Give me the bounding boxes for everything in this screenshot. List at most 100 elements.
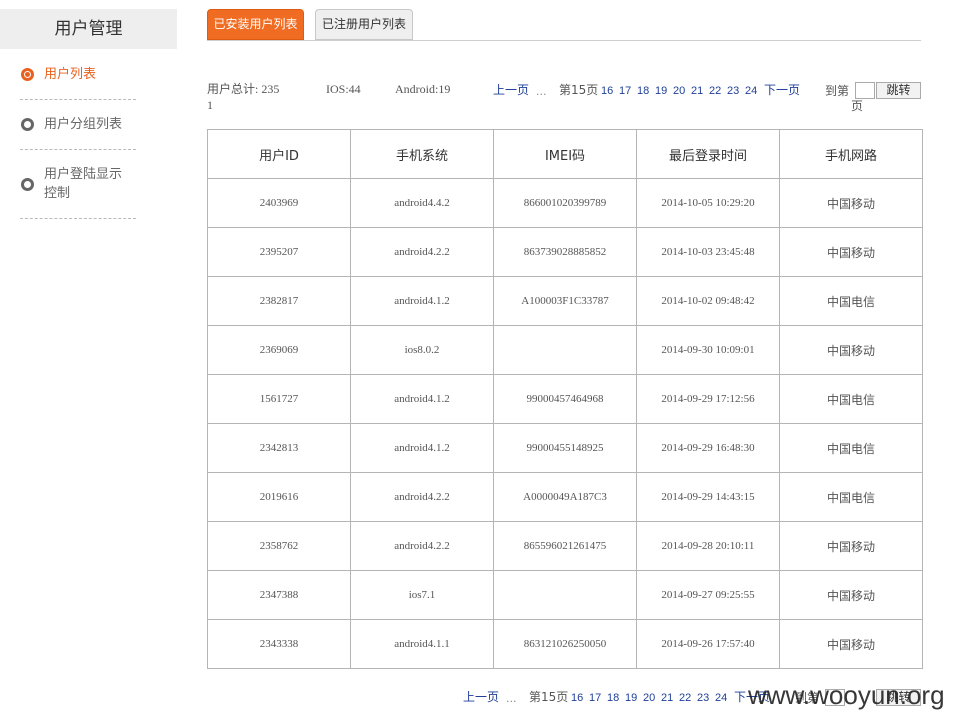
sidebar-item-label: 用户登陆显示 [44, 167, 123, 182]
page-link[interactable]: 17 [589, 691, 601, 706]
sidebar-item-label: 用户分组列表 [44, 117, 123, 132]
cell-network: 中国移动 [779, 325, 923, 375]
cell-imei [493, 570, 637, 620]
cell-os: ios7.1 [350, 570, 494, 620]
cell-user-id: 2342813 [207, 423, 351, 473]
radio-icon [21, 178, 34, 191]
table-row: 2342813 android4.1.2 99000455148925 2014-09… [207, 423, 923, 473]
cell-network: 中国电信 [779, 374, 923, 424]
cell-last-login: 2014-09-28 20:10:11 [636, 521, 780, 571]
table-row: 2395207 android4.2.2 863739028885852 2014-1… [207, 227, 923, 277]
cell-last-login: 2014-09-26 17:57:40 [636, 619, 780, 669]
cell-last-login: 2014-09-27 09:25:55 [636, 570, 780, 620]
cell-network: 中国电信 [779, 276, 923, 326]
ios-count: IOS:44 [326, 82, 361, 96]
cell-os: android4.2.2 [350, 227, 494, 277]
page-link[interactable]: 21 [691, 84, 703, 99]
sidebar-item-login-display-control[interactable]: 用户登陆显示 控制 [20, 150, 136, 219]
cell-network: 中国移动 [779, 521, 923, 571]
cell-network: 中国移动 [779, 619, 923, 669]
page-link[interactable]: 23 [697, 691, 709, 706]
cell-os: android4.4.2 [350, 178, 494, 228]
user-table: 用户ID 手机系统 IMEI码 最后登录时间 手机网路 2403969 andro… [207, 129, 923, 669]
page-link[interactable]: 20 [643, 691, 655, 706]
page-link[interactable]: 19 [625, 691, 637, 706]
cell-last-login: 2014-09-29 17:12:56 [636, 374, 780, 424]
radio-icon [21, 118, 34, 131]
tab-installed-users[interactable]: 已安装用户列表 [207, 9, 304, 40]
cell-last-login: 2014-09-30 10:09:01 [636, 325, 780, 375]
table-row: 2343338 android4.1.1 863121026250050 2014-0… [207, 619, 923, 669]
table-row: 2369069 ios8.0.2 2014-09-30 10:09:01 中国移动 [207, 325, 923, 375]
watermark: www.wooyun.org [748, 680, 945, 710]
current-page: 第15页 [559, 83, 599, 97]
header-user-id: 用户ID [207, 129, 351, 179]
cell-imei: 99000455148925 [493, 423, 637, 473]
cell-user-id: 1561727 [207, 374, 351, 424]
cell-user-id: 2382817 [207, 276, 351, 326]
cell-imei: 865596021261475 [493, 521, 637, 571]
cell-imei: A100003F1C33787 [493, 276, 637, 326]
table-row: 2347388 ios7.1 2014-09-27 09:25:55 中国移动 [207, 570, 923, 620]
user-total: 用户总计: 235 [207, 82, 280, 96]
cell-network: 中国移动 [779, 178, 923, 228]
cell-last-login: 2014-10-03 23:45:48 [636, 227, 780, 277]
tab-registered-users[interactable]: 已注册用户列表 [315, 9, 413, 40]
page-link[interactable]: 16 [601, 84, 613, 99]
cell-user-id: 2347388 [207, 570, 351, 620]
table-header-row: 用户ID 手机系统 IMEI码 最后登录时间 手机网路 [207, 129, 923, 179]
table-row: 2382817 android4.1.2 A100003F1C33787 2014-1… [207, 276, 923, 326]
next-page-link[interactable]: 下一页 [764, 83, 800, 98]
cell-user-id: 2403969 [207, 178, 351, 228]
cell-last-login: 2014-10-02 09:48:42 [636, 276, 780, 326]
cell-network: 中国电信 [779, 423, 923, 473]
header-os: 手机系统 [350, 129, 494, 179]
cell-imei: 866001020399789 [493, 178, 637, 228]
pager-ellipsis: ... [506, 692, 517, 705]
cell-user-id: 2369069 [207, 325, 351, 375]
cell-last-login: 2014-10-05 10:29:20 [636, 178, 780, 228]
page-link[interactable]: 16 [571, 691, 583, 706]
page-link[interactable]: 21 [661, 691, 673, 706]
jump-button[interactable]: 跳转 [876, 82, 921, 99]
table-row: 2403969 android4.4.2 866001020399789 2014-1… [207, 178, 923, 228]
cell-user-id: 2343338 [207, 619, 351, 669]
prev-page-link[interactable]: 上一页 [463, 690, 499, 705]
cell-network: 中国移动 [779, 227, 923, 277]
sidebar-item-label-line2: 控制 [44, 186, 71, 201]
cell-imei [493, 325, 637, 375]
page-link[interactable]: 24 [715, 691, 727, 706]
cell-os: android4.2.2 [350, 472, 494, 522]
cell-network: 中国移动 [779, 570, 923, 620]
cell-user-id: 2358762 [207, 521, 351, 571]
cell-os: android4.1.2 [350, 374, 494, 424]
page-link[interactable]: 23 [727, 84, 739, 99]
page-link[interactable]: 17 [619, 84, 631, 99]
goto-suffix: 页 [851, 99, 864, 113]
page-link[interactable]: 22 [679, 691, 691, 706]
cell-imei: A0000049A187C3 [493, 472, 637, 522]
prev-page-link[interactable]: 上一页 [493, 83, 529, 98]
sidebar-item-user-list[interactable]: 用户列表 [20, 62, 136, 100]
android-count: Android:19 [395, 82, 451, 96]
page-number-input[interactable] [855, 82, 875, 99]
pager-ellipsis: ... [536, 85, 547, 98]
page-link[interactable]: 22 [709, 84, 721, 99]
page-link[interactable]: 18 [637, 84, 649, 99]
sidebar-item-label: 用户列表 [44, 67, 97, 82]
cell-network: 中国电信 [779, 472, 923, 522]
current-page: 第15页 [529, 690, 569, 704]
page-link[interactable]: 24 [745, 84, 757, 99]
radio-selected-icon [21, 68, 34, 81]
table-row: 2358762 android4.2.2 865596021261475 2014-0… [207, 521, 923, 571]
page-link[interactable]: 19 [655, 84, 667, 99]
tab-divider [207, 40, 921, 41]
cell-os: ios8.0.2 [350, 325, 494, 375]
sidebar-item-user-group-list[interactable]: 用户分组列表 [20, 100, 136, 150]
header-imei: IMEI码 [493, 129, 637, 179]
cell-user-id: 2019616 [207, 472, 351, 522]
page-link[interactable]: 20 [673, 84, 685, 99]
page-link[interactable]: 18 [607, 691, 619, 706]
cell-os: android4.1.1 [350, 619, 494, 669]
table-row: 1561727 android4.1.2 99000457464968 2014-09… [207, 374, 923, 424]
